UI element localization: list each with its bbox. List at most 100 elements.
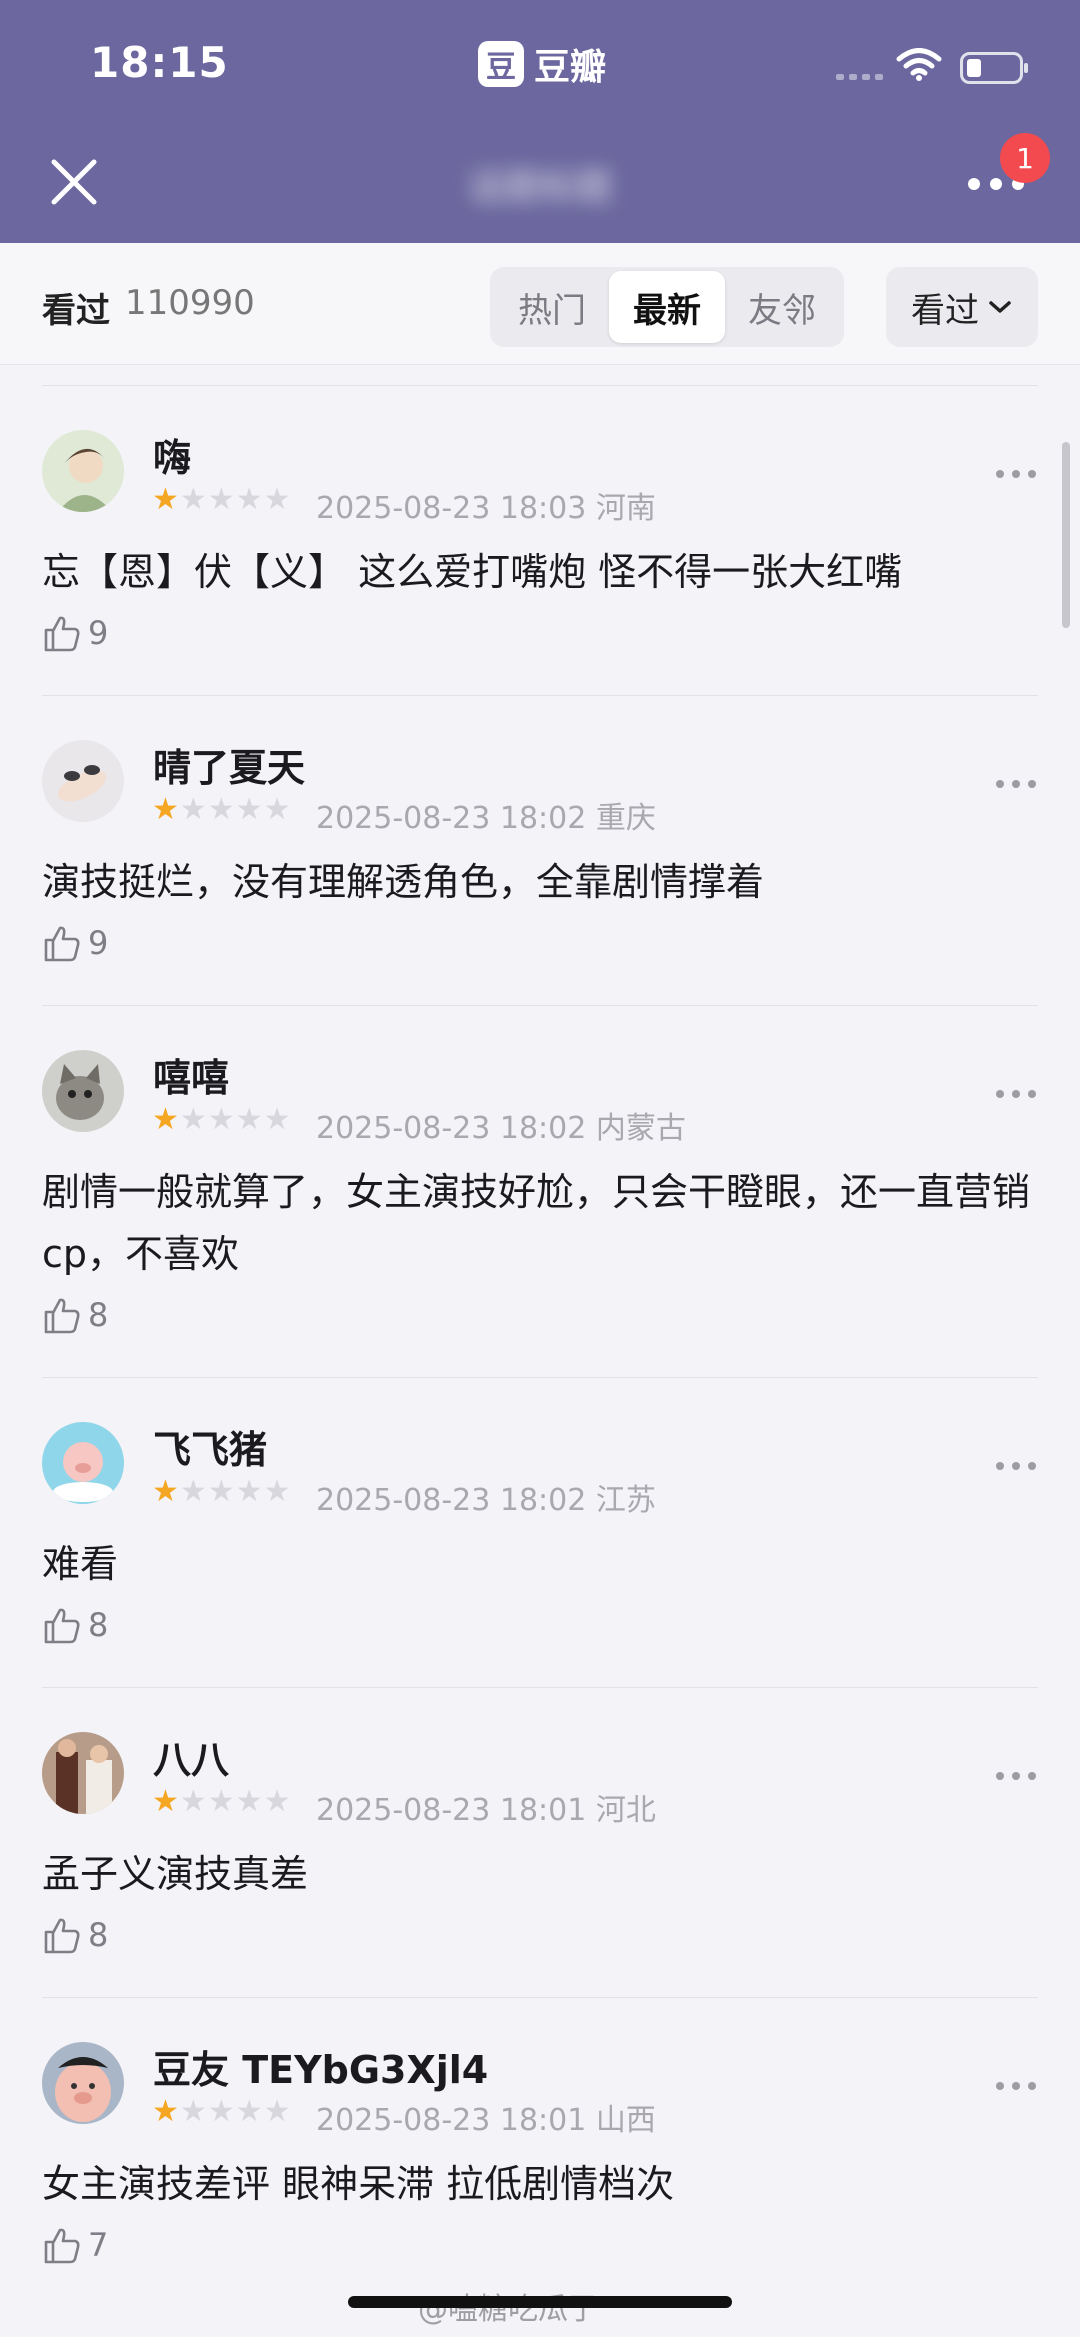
review-text: 演技挺烂，没有理解透角色，全靠剧情撑着 (42, 860, 765, 904)
divider (42, 385, 1038, 386)
item-more-icon[interactable] (994, 467, 1038, 481)
avatar[interactable] (42, 2042, 124, 2124)
chevron-down-icon (989, 301, 1011, 313)
like-count: 9 (88, 924, 109, 962)
star-empty-icon: ★ (207, 482, 235, 517)
star-empty-icon: ★ (235, 2094, 263, 2129)
review-region: 河南 (595, 491, 656, 526)
username[interactable]: 嗨 (153, 427, 191, 482)
tab-friends[interactable]: 友邻 (724, 271, 840, 343)
like-button[interactable]: 9 (42, 613, 108, 653)
star-empty-icon: ★ (235, 482, 263, 517)
review-meta: 2025-08-23 18:02 内蒙古 (316, 1103, 686, 1147)
item-more-icon[interactable] (994, 1459, 1038, 1473)
rating-stars: ★ ★ ★ ★ ★ (152, 2097, 291, 2127)
star-empty-icon: ★ (179, 1784, 207, 1819)
home-indicator[interactable] (348, 2296, 732, 2308)
avatar[interactable] (42, 1732, 124, 1814)
review-date: 2025-08-23 18:02 (316, 1111, 587, 1146)
star-empty-icon: ★ (207, 2094, 235, 2129)
thumbs-up-icon (44, 2228, 80, 2264)
thumbs-up-icon (44, 926, 80, 962)
notification-badge: 1 (1000, 133, 1050, 183)
thumbs-up-icon (44, 1298, 80, 1334)
tab-latest[interactable]: 最新 (609, 271, 725, 343)
username[interactable]: 豆友 TEYbG3Xjl4 (153, 2039, 488, 2094)
divider (42, 1377, 1038, 1378)
star-empty-icon: ★ (207, 1474, 235, 1509)
review-text: 孟子义演技真差 (42, 1852, 309, 1896)
item-more-icon[interactable] (994, 2079, 1038, 2093)
username[interactable]: 嘻嘻 (153, 1047, 229, 1102)
seen-count: 110990 (125, 283, 255, 323)
star-filled-icon: ★ (152, 1102, 179, 1137)
star-empty-icon: ★ (207, 792, 235, 827)
rating-stars: ★ ★ ★ ★ ★ (152, 1105, 291, 1135)
star-empty-icon: ★ (207, 1784, 235, 1819)
star-empty-icon: ★ (179, 792, 207, 827)
star-filled-icon: ★ (152, 482, 179, 517)
close-icon[interactable] (44, 152, 104, 212)
username[interactable]: 晴了夏天 (153, 737, 305, 792)
item-more-icon[interactable] (994, 1769, 1038, 1783)
star-filled-icon: ★ (152, 792, 179, 827)
star-filled-icon: ★ (152, 1474, 179, 1509)
like-count: 8 (88, 1296, 109, 1334)
cellular-signal-icon (836, 74, 883, 80)
status-dropdown[interactable]: 看过 (886, 267, 1038, 347)
username[interactable]: 飞飞猪 (153, 1419, 267, 1474)
rating-stars: ★ ★ ★ ★ ★ (152, 485, 291, 515)
like-button[interactable]: 7 (42, 2225, 108, 2265)
divider (42, 1005, 1038, 1006)
like-button[interactable]: 9 (42, 923, 108, 963)
star-empty-icon: ★ (235, 1474, 263, 1509)
like-count: 7 (88, 2226, 109, 2264)
seen-label: 看过 (42, 291, 110, 331)
like-button[interactable]: 8 (42, 1605, 108, 1645)
star-filled-icon: ★ (152, 2094, 179, 2129)
star-filled-icon: ★ (152, 1784, 179, 1819)
app-name: 豆瓣 (534, 47, 607, 88)
avatar[interactable] (42, 1050, 124, 1132)
like-button[interactable]: 8 (42, 1295, 108, 1335)
review-meta: 2025-08-23 18:03 河南 (316, 483, 656, 527)
battery-icon (960, 52, 1028, 84)
review-region: 山西 (595, 2103, 656, 2138)
status-time: 18:15 (90, 38, 229, 87)
wifi-icon (896, 48, 942, 81)
dropdown-label: 看过 (911, 290, 979, 331)
app-badge: 豆 豆瓣 (478, 40, 606, 88)
scrollbar[interactable] (1062, 442, 1070, 628)
avatar[interactable] (42, 1422, 124, 1504)
avatar[interactable] (42, 430, 124, 512)
star-empty-icon: ★ (235, 1102, 263, 1137)
divider (42, 1687, 1038, 1688)
review-date: 2025-08-23 18:03 (316, 491, 587, 526)
like-button[interactable]: 8 (42, 1915, 108, 1955)
review-meta: 2025-08-23 18:01 河北 (316, 1785, 656, 1829)
star-empty-icon: ★ (263, 1474, 291, 1509)
divider (42, 1997, 1038, 1998)
review-meta: 2025-08-23 18:02 江苏 (316, 1475, 656, 1519)
filter-bar: 看过 110990 热门 最新 友邻 看过 (0, 243, 1080, 365)
page: 18:15 豆 豆瓣 话题标题 1 看过 110990 热门 最新 友邻 看过 … (0, 0, 1080, 2337)
star-empty-icon: ★ (263, 1102, 291, 1137)
avatar[interactable] (42, 740, 124, 822)
star-empty-icon: ★ (179, 1102, 207, 1137)
item-more-icon[interactable] (994, 1087, 1038, 1101)
rating-stars: ★ ★ ★ ★ ★ (152, 795, 291, 825)
thumbs-up-icon (44, 1918, 80, 1954)
username[interactable]: 八八 (153, 1729, 229, 1784)
star-empty-icon: ★ (179, 2094, 207, 2129)
like-count: 9 (88, 614, 109, 652)
tab-hot[interactable]: 热门 (494, 271, 610, 343)
review-date: 2025-08-23 18:01 (316, 2103, 587, 2138)
star-empty-icon: ★ (179, 1474, 207, 1509)
header: 18:15 豆 豆瓣 话题标题 1 (0, 0, 1080, 243)
review-meta: 2025-08-23 18:02 重庆 (316, 793, 656, 837)
star-empty-icon: ★ (263, 482, 291, 517)
thumbs-up-icon (44, 616, 80, 652)
review-text: 忘【恩】伏【义】 这么爱打嘴炮 怪不得一张大红嘴 (42, 550, 903, 594)
review-region: 河北 (595, 1793, 656, 1828)
item-more-icon[interactable] (994, 777, 1038, 791)
